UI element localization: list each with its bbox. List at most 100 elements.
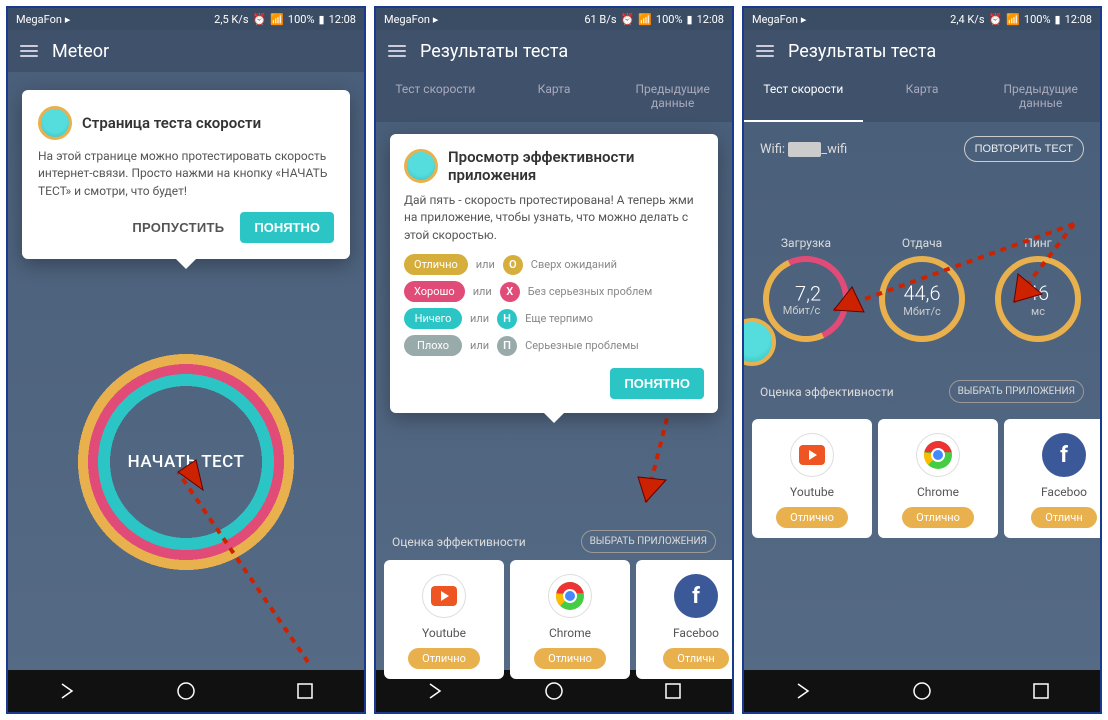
app-rating-pill: Отлично: [534, 648, 606, 669]
clock-label: 12:08: [329, 13, 356, 26]
metric-value: 46: [1027, 281, 1049, 305]
yt-icon: [790, 433, 834, 477]
app-card[interactable]: YoutubeОтлично: [752, 419, 872, 538]
popup-body: На этой странице можно протестировать ск…: [38, 148, 334, 200]
app-header: Meteor: [8, 30, 364, 72]
mascot-icon: [38, 106, 72, 140]
nav-recent-icon[interactable]: [1030, 680, 1052, 702]
carrier-icon: ▸: [65, 13, 71, 26]
battery-icon: ▮: [319, 13, 325, 26]
tab-map[interactable]: Карта: [863, 72, 982, 122]
rating-desc: Без серьезных проблем: [528, 285, 653, 298]
alarm-icon: ⏰: [253, 13, 267, 26]
carrier-label: MegaFon: [16, 13, 62, 26]
app-card[interactable]: fFacebooОтличн: [1004, 419, 1100, 538]
header-title: Meteor: [52, 41, 109, 62]
nav-recent-icon[interactable]: [294, 680, 316, 702]
rating-desc: Серьезные проблемы: [525, 339, 639, 352]
ok-button[interactable]: ПОНЯТНО: [610, 368, 704, 399]
signal-icon: 📶: [1006, 13, 1020, 26]
app-name: Chrome: [516, 626, 624, 640]
wifi-label: Wifi:: [760, 142, 785, 157]
app-rating-pill: Отлично: [408, 648, 480, 669]
tab-prev[interactable]: Предыдущие данные: [613, 72, 732, 122]
rating-row: ОтличноилиОСверх ожиданий: [404, 254, 704, 275]
net-speed: 2,5 K/s: [214, 13, 248, 26]
rating-desc: Еще терпимо: [525, 312, 593, 325]
nav-back-icon[interactable]: [792, 680, 814, 702]
metric-unit: Мбит/с: [903, 305, 941, 318]
eval-label: Оценка эффективности: [392, 535, 526, 549]
tab-prev[interactable]: Предыдущие данные: [981, 72, 1100, 122]
ok-button[interactable]: ПОНЯТНО: [240, 212, 334, 243]
metric-value: 7,2: [795, 281, 821, 305]
battery-label: 100%: [656, 13, 683, 26]
rating-or: или: [470, 339, 489, 352]
skip-button[interactable]: ПРОПУСТИТЬ: [122, 212, 234, 243]
wifi-name: _wifi: [821, 142, 847, 157]
metric: Пинг 46мс: [995, 236, 1081, 342]
tab-map[interactable]: Карта: [495, 72, 614, 122]
tab-speed[interactable]: Тест скорости: [376, 72, 495, 122]
app-card[interactable]: YoutubeОтлично: [384, 560, 504, 679]
pick-apps-button[interactable]: ВЫБРАТЬ ПРИЛОЖЕНИЯ: [581, 530, 716, 553]
start-test-label: НАЧАТЬ ТЕСТ: [128, 452, 245, 472]
tutorial-popup: Страница теста скорости На этой странице…: [22, 90, 350, 259]
carrier-label: MegaFon: [752, 13, 798, 26]
nav-back-icon[interactable]: [56, 680, 78, 702]
tab-speed[interactable]: Тест скорости: [744, 72, 863, 122]
mascot-icon: [404, 149, 438, 183]
app-card[interactable]: fFacebooОтличн: [636, 560, 732, 679]
metric-label: Загрузка: [763, 236, 849, 250]
app-card[interactable]: ChromeОтлично: [878, 419, 998, 538]
chrome-icon: [916, 433, 960, 477]
net-speed: 61 B/s: [584, 13, 616, 26]
repeat-test-button[interactable]: ПОВТОРИТЬ ТЕСТ: [964, 136, 1084, 162]
rating-letter: Х: [500, 282, 520, 302]
metric-ring: 46мс: [995, 256, 1081, 342]
pick-apps-button[interactable]: ВЫБРАТЬ ПРИЛОЖЕНИЯ: [949, 380, 1084, 403]
menu-icon[interactable]: [756, 45, 774, 57]
tab-bar: Тест скорости Карта Предыдущие данные: [376, 72, 732, 122]
carrier-icon: ▸: [433, 13, 439, 26]
carrier-label: MegaFon: [384, 13, 430, 26]
rating-pill: Отлично: [404, 254, 468, 275]
yt-icon: [422, 574, 466, 618]
rating-or: или: [476, 258, 495, 271]
status-bar: MegaFon ▸ 2,4 K/s ⏰ 📶 100% ▮ 12:08: [744, 8, 1100, 30]
tab-bar: Тест скорости Карта Предыдущие данные: [744, 72, 1100, 122]
rating-pill: Плохо: [404, 335, 462, 356]
menu-icon[interactable]: [20, 45, 38, 57]
metric-unit: Мбит/с: [783, 304, 821, 317]
metric-unit: мс: [1031, 305, 1045, 318]
fb-icon: f: [674, 574, 718, 618]
phone-screen-3: MegaFon ▸ 2,4 K/s ⏰ 📶 100% ▮ 12:08 Резул…: [742, 6, 1102, 714]
app-header: Результаты теста: [376, 30, 732, 72]
speed-ring[interactable]: НАЧАТЬ ТЕСТ: [76, 352, 296, 572]
nav-home-icon[interactable]: [911, 680, 933, 702]
alarm-icon: ⏰: [989, 13, 1003, 26]
clock-label: 12:08: [1065, 13, 1092, 26]
popup-title: Просмотр эффективности приложения: [448, 148, 704, 184]
metric-label: Пинг: [995, 236, 1081, 250]
status-bar: MegaFon ▸ 2,5 K/s ⏰ 📶 100% ▮ 12:08: [8, 8, 364, 30]
signal-icon: 📶: [270, 13, 284, 26]
app-name: Faceboo: [1010, 485, 1100, 499]
metric-value: 44,6: [903, 281, 940, 305]
battery-icon: ▮: [687, 13, 693, 26]
eval-bar: Оценка эффективности ВЫБРАТЬ ПРИЛОЖЕНИЯ: [744, 372, 1100, 411]
app-card[interactable]: Chrome Отлично: [510, 560, 630, 679]
app-header: Результаты теста: [744, 30, 1100, 72]
header-title: Результаты теста: [420, 41, 568, 62]
popup-title: Страница теста скорости: [82, 114, 261, 132]
app-rating-pill: Отличн: [663, 648, 728, 669]
nav-home-icon[interactable]: [175, 680, 197, 702]
battery-icon: ▮: [1055, 13, 1061, 26]
nav-bar: [744, 670, 1100, 712]
metric-label: Отдача: [879, 236, 965, 250]
eval-label: Оценка эффективности: [760, 385, 894, 399]
rating-letter: П: [497, 336, 517, 356]
phone-screen-1: MegaFon ▸ 2,5 K/s ⏰ 📶 100% ▮ 12:08 Meteo…: [6, 6, 366, 714]
rating-desc: Сверх ожиданий: [531, 258, 617, 271]
menu-icon[interactable]: [388, 45, 406, 57]
